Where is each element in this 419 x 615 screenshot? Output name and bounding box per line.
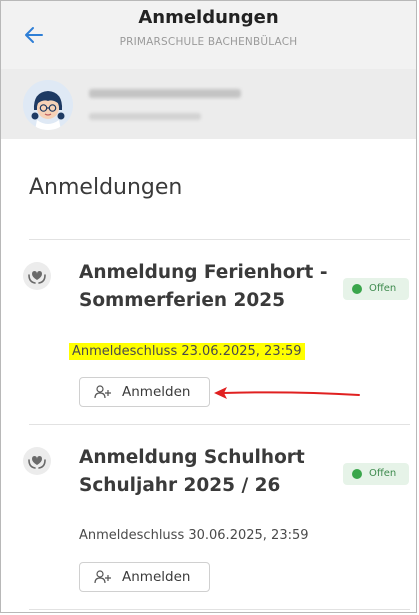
- status-label: Offen: [369, 283, 397, 294]
- status-label: Offen: [369, 468, 397, 479]
- hands-heart-icon: [23, 447, 51, 475]
- app-frame: Anmeldungen PRIMARSCHULE BACHENBÜLACH An…: [0, 0, 417, 613]
- add-user-icon: [94, 570, 112, 584]
- registration-title-line: Anmeldung Ferienhort -: [79, 262, 328, 283]
- divider: [29, 609, 410, 610]
- user-name-redacted: [89, 89, 241, 98]
- user-detail-redacted: [89, 113, 201, 120]
- annotation-arrow-icon: [214, 387, 360, 399]
- registration-title-line: Schuljahr 2025 / 26: [79, 475, 281, 496]
- status-badge: Offen: [343, 463, 409, 485]
- add-user-icon: [94, 385, 112, 399]
- register-button-label: Anmelden: [122, 569, 191, 585]
- register-button[interactable]: Anmelden: [79, 562, 210, 592]
- registration-title: Anmeldung Schulhort Schuljahr 2025 / 26: [79, 444, 337, 500]
- section-title: Anmeldungen: [29, 175, 183, 200]
- registration-title: Anmeldung Ferienhort - Sommerferien 2025: [79, 259, 337, 315]
- divider: [29, 424, 410, 425]
- registration-deadline: Anmeldeschluss 30.06.2025, 23:59: [79, 528, 309, 543]
- registration-title-line: Anmeldung Schulhort: [79, 447, 305, 468]
- register-button[interactable]: Anmelden: [79, 377, 210, 407]
- registration-title-line: Sommerferien 2025: [79, 290, 285, 311]
- user-bar[interactable]: [1, 69, 416, 139]
- top-bar: Anmeldungen PRIMARSCHULE BACHENBÜLACH: [1, 1, 416, 69]
- hands-heart-icon: [23, 262, 51, 290]
- page-title: Anmeldungen: [138, 7, 279, 28]
- child-avatar-icon: [23, 80, 73, 130]
- status-dot-icon: [352, 469, 362, 479]
- divider: [29, 239, 410, 240]
- register-button-label: Anmelden: [122, 384, 191, 400]
- status-badge: Offen: [343, 278, 409, 300]
- status-dot-icon: [352, 284, 362, 294]
- page-subtitle: PRIMARSCHULE BACHENBÜLACH: [119, 36, 298, 48]
- registration-deadline: Anmeldeschluss 23.06.2025, 23:59: [69, 343, 305, 360]
